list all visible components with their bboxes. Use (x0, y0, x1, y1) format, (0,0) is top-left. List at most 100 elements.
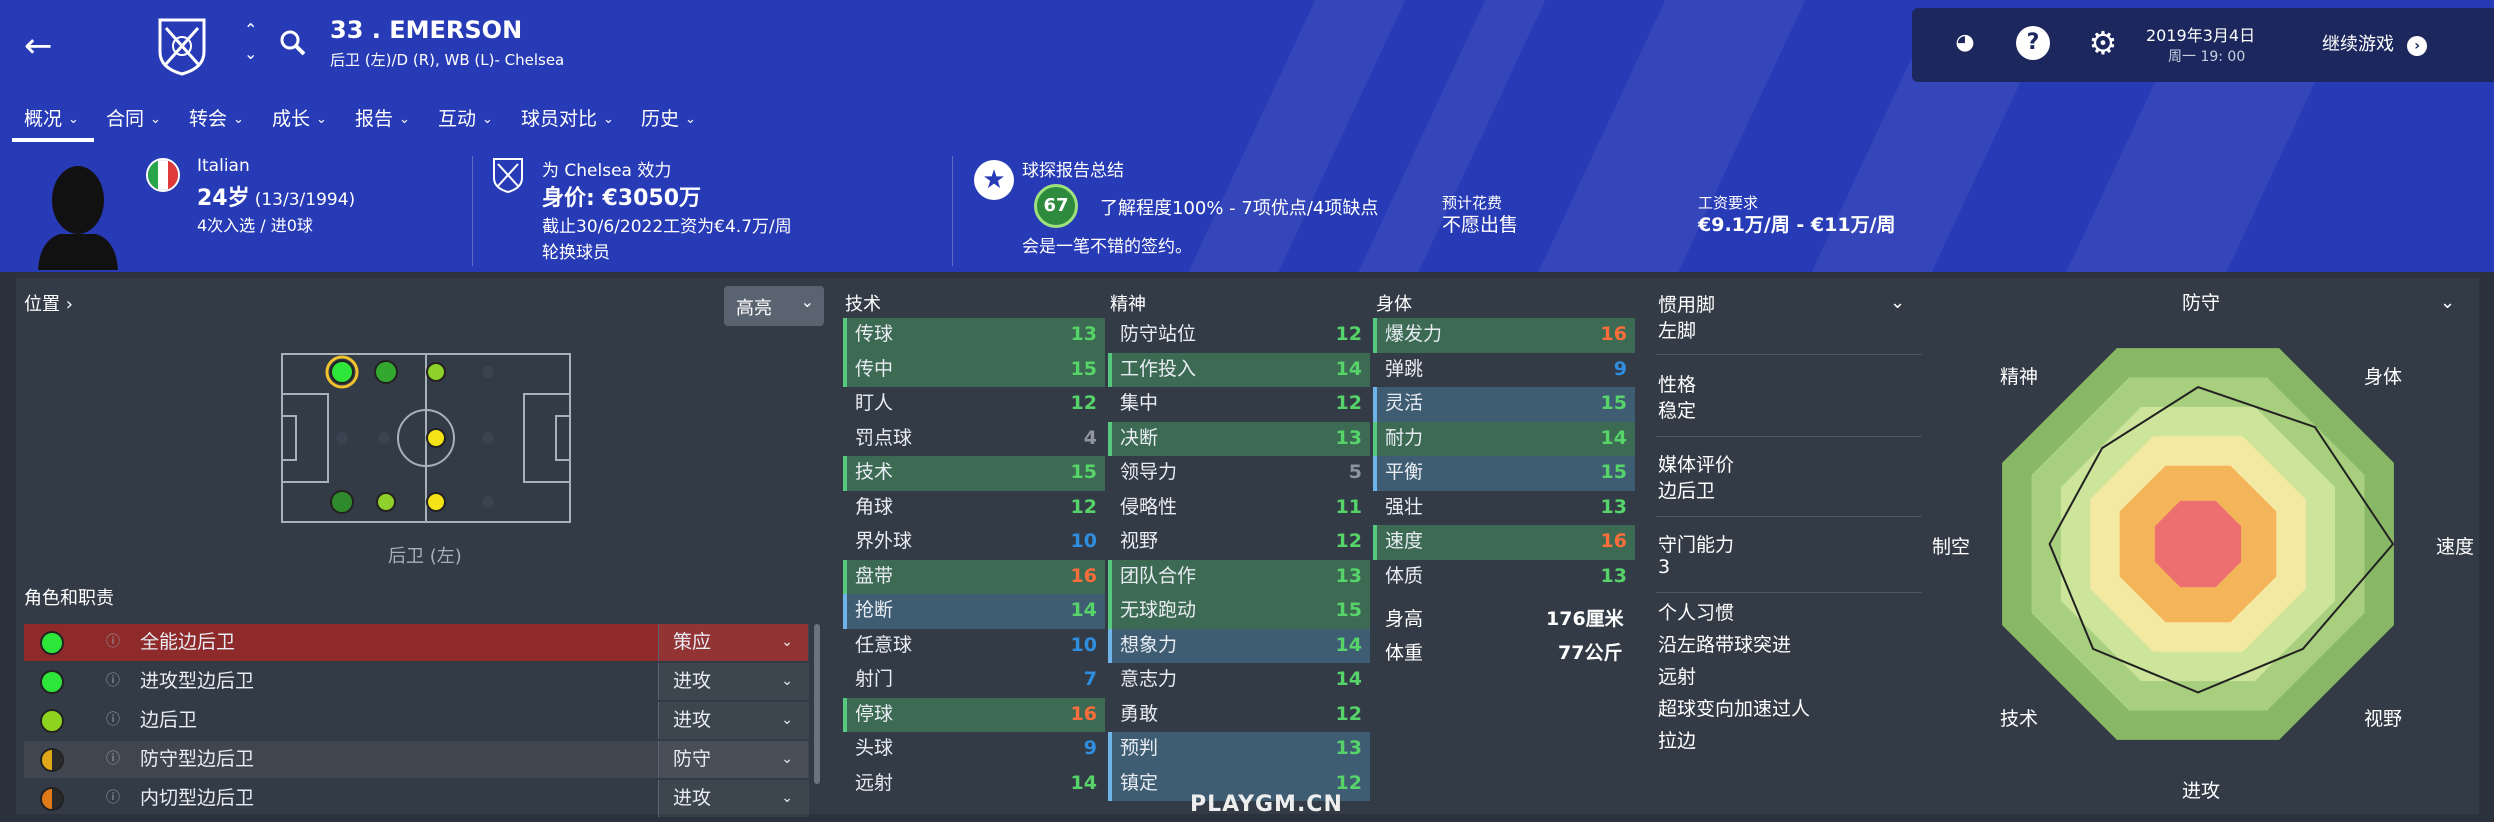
attribute-name: 任意球 (855, 633, 913, 656)
attribute-row[interactable]: 意志力 14 (1108, 663, 1370, 698)
attribute-name: 勇敢 (1120, 702, 1159, 725)
role-row[interactable]: ⓘ 内切型边后卫 进攻 ⌄ (24, 780, 809, 817)
info-icon[interactable]: ⓘ (106, 663, 120, 700)
attribute-row[interactable]: 体质 13 (1373, 560, 1635, 595)
attribute-row[interactable]: 集中 12 (1108, 387, 1370, 422)
attribute-row[interactable]: 爆发力 16 (1373, 318, 1635, 353)
info-icon[interactable]: ⓘ (106, 780, 120, 817)
duty-dropdown[interactable]: 进攻 ⌄ (658, 780, 809, 817)
attribute-row[interactable]: 速度 16 (1373, 525, 1635, 560)
tab-reports[interactable]: 报告 ⌄ (355, 104, 410, 140)
info-icon[interactable]: ⓘ (106, 702, 120, 739)
role-row[interactable]: ⓘ 全能边后卫 策应 ⌄ (24, 624, 809, 661)
attribute-row[interactable]: 传球 13 (843, 318, 1105, 353)
attribute-name: 罚点球 (855, 426, 913, 449)
attribute-row[interactable]: 角球 12 (843, 491, 1105, 526)
world-icon[interactable]: ◕ (1948, 26, 1982, 60)
settings-gear-icon[interactable]: ⚙ (2086, 26, 2120, 60)
tab-development[interactable]: 成长 ⌄ (272, 104, 327, 140)
attribute-name: 停球 (855, 702, 894, 725)
attribute-value: 15 (1600, 392, 1627, 414)
attribute-row[interactable]: 团队合作 13 (1108, 559, 1370, 594)
scout-summary: 了解程度100% - 7项优点/4项缺点 (1100, 198, 1379, 219)
attribute-value: 13 (1335, 737, 1362, 759)
date-of-birth: (13/3/1994) (254, 190, 356, 210)
positions-header[interactable]: 位置 › (24, 290, 73, 316)
attribute-row[interactable]: 预判 13 (1108, 732, 1370, 767)
attribute-row[interactable]: 想象力 14 (1108, 628, 1370, 663)
attribute-row[interactable]: 侵略性 11 (1108, 491, 1370, 526)
chevron-down-icon[interactable]: ⌄ (244, 44, 257, 63)
divider (1656, 436, 1922, 437)
attribute-name: 角球 (855, 495, 894, 518)
fee-value: 不愿出售 (1442, 214, 1519, 236)
help-icon[interactable]: ? (2016, 26, 2050, 60)
attribute-name: 镇定 (1120, 771, 1159, 794)
attribute-row[interactable]: 头球 9 (843, 732, 1105, 767)
attribute-row[interactable]: 勇敢 12 (1108, 698, 1370, 733)
attribute-row[interactable]: 无球跑动 15 (1108, 594, 1370, 629)
role-rating-dot (40, 709, 64, 733)
attribute-row[interactable]: 界外球 10 (843, 525, 1105, 560)
tab-compare[interactable]: 球员对比 ⌄ (521, 104, 614, 140)
attribute-row[interactable]: 防守站位 12 (1108, 318, 1370, 353)
attribute-row[interactable]: 技术 15 (843, 456, 1105, 491)
back-arrow-icon[interactable]: ← (24, 26, 64, 66)
attribute-row[interactable]: 灵活 15 (1373, 387, 1635, 422)
radar-label-aerial: 制空 (1932, 536, 1971, 558)
attribute-row[interactable]: 工作投入 14 (1108, 352, 1370, 387)
attribute-row[interactable]: 耐力 14 (1373, 421, 1635, 456)
tab-contract[interactable]: 合同 ⌄ (106, 104, 161, 140)
attribute-row[interactable]: 远射 14 (843, 767, 1105, 802)
player-name: 33 . EMERSON (330, 16, 523, 44)
player-header: ← ⌃ ⌄ 33 . EMERSON 后卫 (左)/D (R), WB (L)-… (0, 0, 2494, 272)
role-name: 防守型边后卫 (140, 748, 255, 770)
attribute-name: 爆发力 (1385, 323, 1443, 345)
chevron-down-icon[interactable]: ⌄ (1890, 292, 1905, 313)
duty-dropdown[interactable]: 策应 ⌄ (658, 624, 809, 661)
tab-label: 报告 (355, 108, 394, 130)
attribute-row[interactable]: 停球 16 (843, 697, 1105, 732)
attribute-row[interactable]: 弹跳 9 (1373, 353, 1635, 388)
radar-label-technique: 技术 (2000, 708, 2039, 730)
attribute-row[interactable]: 决断 13 (1108, 421, 1370, 456)
role-row[interactable]: ⓘ 边后卫 进攻 ⌄ (24, 702, 809, 739)
habit-item: 拉边 (1658, 730, 1697, 752)
arrow-circle-icon: › (2407, 36, 2428, 56)
duty-dropdown[interactable]: 防守 ⌄ (658, 741, 809, 778)
attribute-value: 14 (1335, 357, 1362, 380)
info-icon[interactable]: ⓘ (106, 741, 120, 778)
club-badge-icon (490, 156, 526, 194)
position-pitch (278, 350, 574, 526)
tab-history[interactable]: 历史 ⌄ (641, 104, 696, 140)
info-icon[interactable]: ⓘ (106, 624, 120, 661)
attribute-row[interactable]: 领导力 5 (1108, 456, 1370, 491)
role-row[interactable]: ⓘ 防守型边后卫 防守 ⌄ (24, 741, 809, 778)
attribute-row[interactable]: 传中 15 (843, 352, 1105, 387)
tab-interaction[interactable]: 互动 ⌄ (438, 104, 493, 140)
radar-label-physical: 身体 (2364, 366, 2403, 388)
highlight-dropdown[interactable]: 高亮 ⌄ (724, 286, 824, 326)
duty-dropdown[interactable]: 进攻 ⌄ (658, 702, 809, 739)
attribute-row[interactable]: 任意球 10 (843, 629, 1105, 664)
attribute-row[interactable]: 射门 7 (843, 663, 1105, 698)
role-row[interactable]: ⓘ 进攻型边后卫 进攻 ⌄ (24, 663, 809, 700)
duty-dropdown[interactable]: 进攻 ⌄ (658, 663, 809, 700)
attribute-row[interactable]: 视野 12 (1108, 525, 1370, 560)
physical-attributes: 爆发力 16 弹跳 9 灵活 15 耐力 14 平衡 15 强壮 13 速度 16 体质 13 (1373, 318, 1635, 594)
attribute-row[interactable]: 盯人 12 (843, 387, 1105, 422)
media-value: 边后卫 (1658, 480, 1716, 502)
search-icon[interactable] (278, 28, 308, 58)
attribute-value: 9 (1083, 737, 1097, 759)
chevron-up-icon[interactable]: ⌃ (244, 20, 257, 39)
attribute-row[interactable]: 盘带 16 (843, 559, 1105, 594)
tab-transfer[interactable]: 转会 ⌄ (189, 104, 244, 140)
attribute-row[interactable]: 抢断 14 (843, 594, 1105, 629)
attribute-row[interactable]: 强壮 13 (1373, 491, 1635, 526)
attribute-row[interactable]: 罚点球 4 (843, 422, 1105, 457)
continue-button[interactable]: 继续游戏 › (2322, 30, 2482, 62)
tab-overview[interactable]: 概况 ⌄ (24, 104, 79, 140)
attribute-name: 盘带 (855, 564, 894, 587)
attribute-row[interactable]: 平衡 15 (1373, 456, 1635, 491)
roles-scrollbar[interactable] (814, 624, 820, 784)
